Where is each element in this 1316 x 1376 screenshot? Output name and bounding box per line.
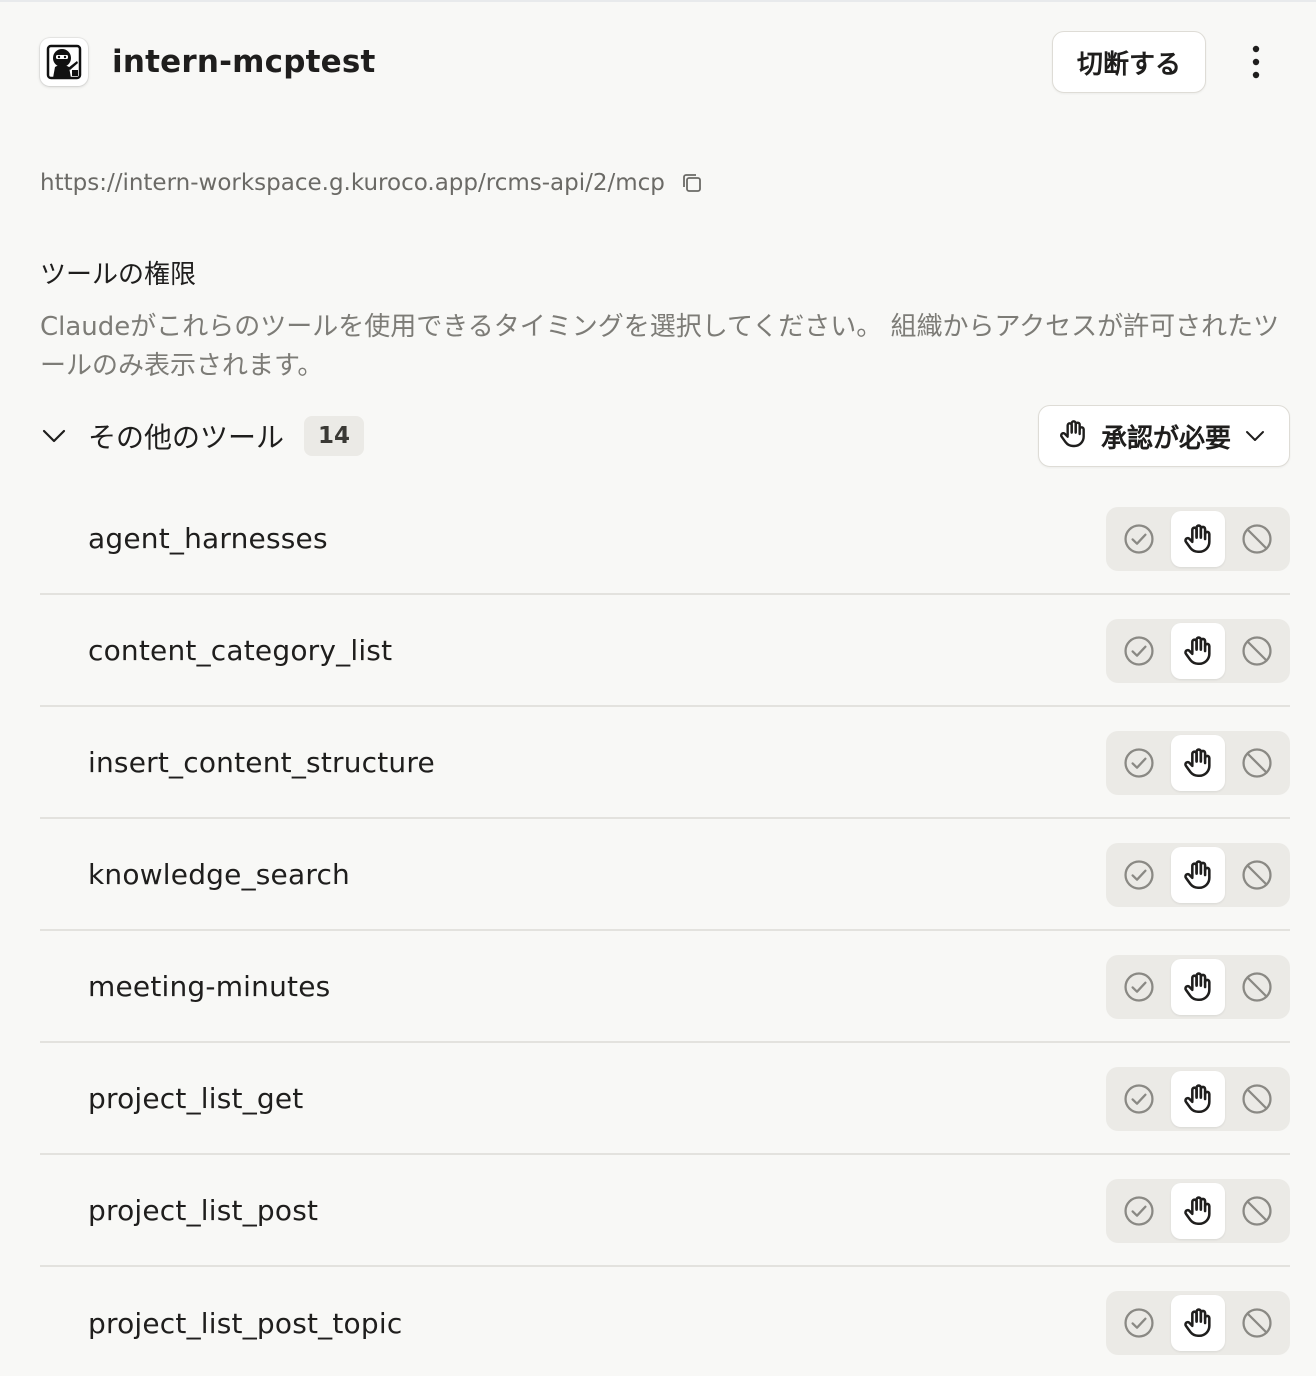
always-allow-button[interactable] xyxy=(1112,735,1167,791)
hand-icon xyxy=(1184,748,1211,778)
tool-permission-segmented-control xyxy=(1106,619,1290,683)
tool-row: knowledge_search xyxy=(40,819,1290,931)
check-circle-icon xyxy=(1124,1084,1154,1114)
tool-name: knowledge_search xyxy=(88,857,350,891)
block-button[interactable] xyxy=(1229,1183,1284,1239)
hand-icon xyxy=(1184,972,1211,1002)
block-icon xyxy=(1242,1084,1272,1114)
block-button[interactable] xyxy=(1229,511,1284,567)
tool-name: project_list_post_topic xyxy=(88,1306,403,1340)
always-allow-button[interactable] xyxy=(1112,511,1167,567)
server-url-row: https://intern-workspace.g.kuroco.app/rc… xyxy=(40,170,705,196)
block-button[interactable] xyxy=(1229,959,1284,1015)
server-name: intern-mcptest xyxy=(112,44,376,80)
always-allow-button[interactable] xyxy=(1112,623,1167,679)
check-circle-icon xyxy=(1124,1196,1154,1226)
check-circle-icon xyxy=(1124,860,1154,890)
hand-icon xyxy=(1184,1196,1211,1226)
always-allow-button[interactable] xyxy=(1112,847,1167,903)
block-button[interactable] xyxy=(1229,1071,1284,1127)
tool-name: insert_content_structure xyxy=(88,745,435,779)
hand-icon xyxy=(1184,524,1211,554)
mcp-server-settings-panel: intern-mcptest 切断する https://intern-works… xyxy=(0,0,1316,1376)
tool-row: agent_harnesses xyxy=(40,483,1290,595)
tool-group-header: その他のツール 14 承認が必要 xyxy=(40,404,1290,468)
tool-permission-segmented-control xyxy=(1106,1179,1290,1243)
tool-permission-segmented-control xyxy=(1106,1291,1290,1355)
tool-row: meeting-minutes xyxy=(40,931,1290,1043)
check-circle-icon xyxy=(1124,748,1154,778)
hand-icon xyxy=(1184,1308,1211,1338)
always-allow-button[interactable] xyxy=(1112,959,1167,1015)
block-icon xyxy=(1242,748,1272,778)
needs-approval-button[interactable] xyxy=(1170,959,1226,1015)
block-button[interactable] xyxy=(1229,735,1284,791)
always-allow-button[interactable] xyxy=(1112,1183,1167,1239)
check-circle-icon xyxy=(1124,636,1154,666)
ninja-logo-icon xyxy=(40,38,88,86)
block-icon xyxy=(1242,1308,1272,1338)
tool-permission-segmented-control xyxy=(1106,955,1290,1019)
hand-icon xyxy=(1184,860,1211,890)
always-allow-button[interactable] xyxy=(1112,1071,1167,1127)
tool-permission-segmented-control xyxy=(1106,731,1290,795)
copy-icon[interactable] xyxy=(679,170,705,196)
group-policy-label: 承認が必要 xyxy=(1100,423,1231,454)
tool-permission-segmented-control xyxy=(1106,843,1290,907)
hand-icon xyxy=(1184,636,1211,666)
kebab-menu-icon[interactable] xyxy=(1236,34,1276,90)
tool-permission-segmented-control xyxy=(1106,507,1290,571)
tool-name: project_list_post xyxy=(88,1193,319,1227)
block-icon xyxy=(1242,972,1272,1002)
always-allow-button[interactable] xyxy=(1112,1295,1167,1351)
tool-group-label[interactable]: その他のツール xyxy=(88,416,284,456)
needs-approval-button[interactable] xyxy=(1170,1295,1226,1351)
block-icon xyxy=(1242,636,1272,666)
check-circle-icon xyxy=(1124,972,1154,1002)
tool-permissions-title: ツールの権限 xyxy=(40,260,197,290)
block-icon xyxy=(1242,860,1272,890)
tool-name: project_list_get xyxy=(88,1081,304,1115)
tool-row: insert_content_structure xyxy=(40,707,1290,819)
tool-name: agent_harnesses xyxy=(88,521,328,555)
hand-icon xyxy=(1184,1084,1211,1114)
block-icon xyxy=(1242,524,1272,554)
chevron-down-icon xyxy=(1245,430,1265,442)
tool-permissions-description: Claudeがこれらのツールを使用できるタイミングを選択してください。 組織から… xyxy=(40,312,1280,381)
group-policy-dropdown[interactable]: 承認が必要 xyxy=(1037,405,1290,467)
disconnect-button[interactable]: 切断する xyxy=(1051,31,1206,93)
chevron-down-icon[interactable] xyxy=(40,422,68,450)
server-header: intern-mcptest 切断する xyxy=(40,31,1276,93)
tool-row: content_category_list xyxy=(40,595,1290,707)
needs-approval-button[interactable] xyxy=(1170,1071,1226,1127)
tool-name: meeting-minutes xyxy=(88,969,331,1003)
tool-row: project_list_get xyxy=(40,1043,1290,1155)
block-button[interactable] xyxy=(1229,1295,1284,1351)
tool-name: content_category_list xyxy=(88,633,393,667)
tool-row: project_list_post xyxy=(40,1155,1290,1267)
needs-approval-button[interactable] xyxy=(1170,1183,1226,1239)
tool-row: project_list_post_topic xyxy=(40,1267,1290,1376)
tool-permission-segmented-control xyxy=(1106,1067,1290,1131)
hand-icon xyxy=(1057,418,1089,454)
server-url: https://intern-workspace.g.kuroco.app/rc… xyxy=(40,170,665,196)
tool-list: agent_harnesses content_category_list in… xyxy=(40,483,1290,1376)
needs-approval-button[interactable] xyxy=(1170,735,1226,791)
block-button[interactable] xyxy=(1229,623,1284,679)
needs-approval-button[interactable] xyxy=(1170,623,1226,679)
tool-count-badge: 14 xyxy=(304,416,365,456)
needs-approval-button[interactable] xyxy=(1170,847,1226,903)
check-circle-icon xyxy=(1124,524,1154,554)
block-icon xyxy=(1242,1196,1272,1226)
block-button[interactable] xyxy=(1229,847,1284,903)
check-circle-icon xyxy=(1124,1308,1154,1338)
needs-approval-button[interactable] xyxy=(1170,511,1226,567)
